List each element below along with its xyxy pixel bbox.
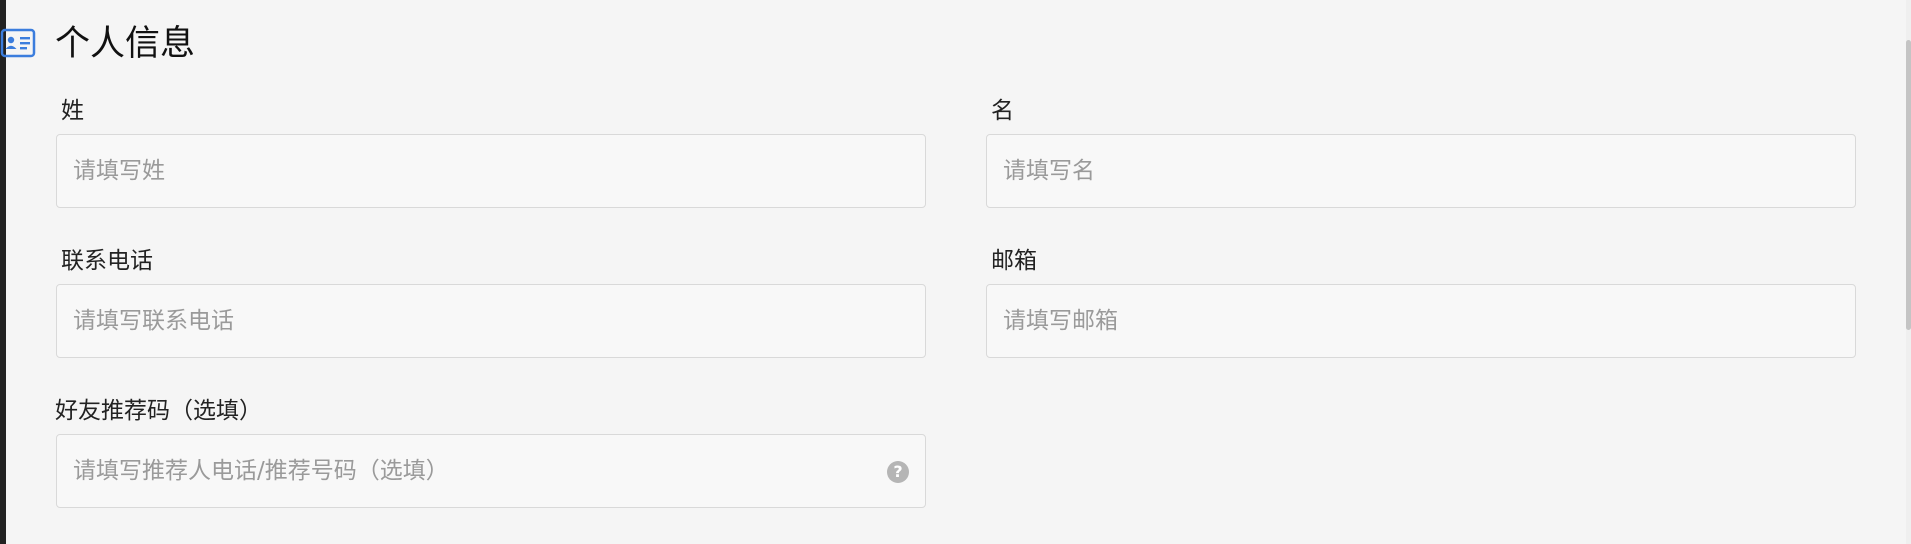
last-name-field bbox=[56, 134, 926, 208]
phone-input[interactable] bbox=[57, 285, 925, 357]
id-card-icon bbox=[0, 28, 36, 58]
phone-label: 联系电话 bbox=[61, 248, 153, 274]
scrollbar-track[interactable] bbox=[1906, 0, 1911, 544]
phone-field bbox=[56, 284, 926, 358]
email-field bbox=[986, 284, 1856, 358]
scrollbar-thumb[interactable] bbox=[1906, 40, 1911, 330]
personal-info-page: 个人信息 姓 名 联系电话 邮箱 好友推荐码（选填） ? bbox=[0, 0, 1911, 544]
email-label: 邮箱 bbox=[991, 248, 1037, 274]
referral-field: ? bbox=[56, 434, 926, 508]
first-name-input[interactable] bbox=[987, 135, 1855, 207]
first-name-label: 名 bbox=[991, 98, 1014, 124]
last-name-input[interactable] bbox=[57, 135, 925, 207]
referral-label: 好友推荐码（选填） bbox=[55, 398, 262, 424]
referral-input[interactable] bbox=[57, 435, 925, 507]
email-input[interactable] bbox=[987, 285, 1855, 357]
window-left-edge bbox=[0, 0, 6, 544]
last-name-label: 姓 bbox=[61, 98, 84, 124]
section-title: 个人信息 bbox=[55, 24, 196, 64]
question-mark-icon[interactable]: ? bbox=[887, 461, 909, 483]
first-name-field bbox=[986, 134, 1856, 208]
